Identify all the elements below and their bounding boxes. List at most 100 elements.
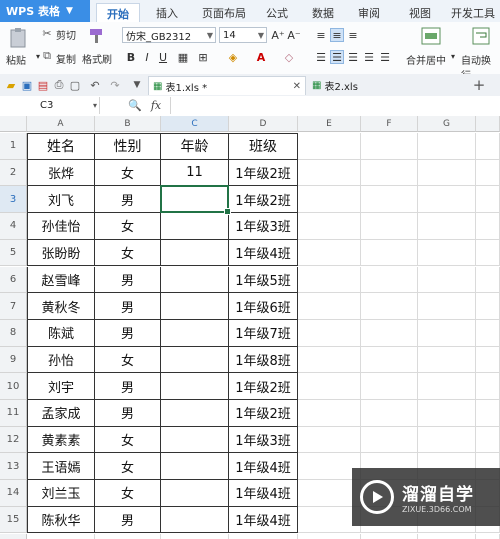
table-cell[interactable] xyxy=(161,346,229,374)
table-cell[interactable]: 刘兰玉 xyxy=(27,480,95,507)
name-box-dropdown-icon[interactable]: ▾ xyxy=(90,99,100,111)
table-cell[interactable] xyxy=(476,400,500,427)
customize-dropdown-icon[interactable]: ▼ xyxy=(130,78,144,92)
table-cell[interactable]: 1年级4班 xyxy=(229,239,298,267)
table-cell[interactable] xyxy=(161,453,229,481)
table-cell[interactable]: 刘宇 xyxy=(27,373,95,400)
table-cell[interactable] xyxy=(361,213,418,240)
table-cell[interactable]: 黄秋冬 xyxy=(27,293,95,320)
merge-center-icon[interactable] xyxy=(420,26,442,46)
align-right-icon[interactable]: ☰ xyxy=(346,50,360,64)
table-cell[interactable] xyxy=(418,266,476,294)
row-header-15[interactable]: 15 xyxy=(0,506,27,534)
close-icon[interactable]: ✕ xyxy=(293,81,301,92)
tab-document-1[interactable]: ▦ 表1.xls * ✕ xyxy=(148,76,306,95)
bold-button[interactable]: B xyxy=(124,50,138,64)
table-header-cell[interactable]: 年龄 xyxy=(161,133,229,160)
table-cell[interactable]: 女 xyxy=(95,426,161,454)
table-cell[interactable]: 男 xyxy=(95,293,161,320)
font-color-icon[interactable]: A xyxy=(254,50,268,64)
table-cell[interactable] xyxy=(418,533,476,539)
distributed-icon[interactable]: ☰ xyxy=(378,50,392,64)
table-cell[interactable] xyxy=(298,293,361,320)
table-cell[interactable]: 女 xyxy=(95,159,161,187)
function-icon[interactable]: fx xyxy=(148,98,164,112)
italic-button[interactable]: I xyxy=(140,50,154,64)
table-cell[interactable]: 1年级2班 xyxy=(229,400,298,427)
decrease-font-icon[interactable]: A⁻ xyxy=(287,28,301,42)
save-icon[interactable]: ▣ xyxy=(20,78,34,92)
table-cell[interactable] xyxy=(161,480,229,507)
table-cell[interactable] xyxy=(161,400,229,427)
column-header-a[interactable]: A xyxy=(27,116,95,132)
align-top-icon[interactable]: ≡ xyxy=(314,28,328,42)
copy-button[interactable]: 复制 xyxy=(56,51,76,66)
print-preview-icon[interactable]: ▢ xyxy=(68,78,82,92)
table-cell[interactable]: 陈斌 xyxy=(27,319,95,347)
table-cell[interactable] xyxy=(298,266,361,294)
align-left-icon[interactable]: ☰ xyxy=(314,50,328,64)
tab-page-layout[interactable]: 页面布局 xyxy=(196,3,252,22)
cut-button[interactable]: 剪切 xyxy=(56,27,76,42)
row-header-13[interactable]: 13 xyxy=(0,453,27,481)
table-cell[interactable] xyxy=(161,186,229,214)
table-cell[interactable] xyxy=(418,319,476,347)
name-box[interactable]: C3 xyxy=(0,97,100,114)
table-cell[interactable]: 男 xyxy=(95,506,161,534)
table-cell[interactable] xyxy=(298,373,361,400)
merge-dropdown-icon[interactable]: ▾ xyxy=(451,52,455,61)
tab-document-2[interactable]: ▦ 表2.xls xyxy=(308,76,458,95)
align-bottom-icon[interactable]: ≡ xyxy=(346,28,360,42)
table-cell[interactable]: 孙怡 xyxy=(27,346,95,374)
table-cell[interactable] xyxy=(418,293,476,320)
table-cell[interactable] xyxy=(161,213,229,240)
table-cell[interactable] xyxy=(476,266,500,294)
table-cell[interactable] xyxy=(476,346,500,374)
table-cell[interactable] xyxy=(418,159,476,187)
table-cell[interactable]: 1年级6班 xyxy=(229,293,298,320)
merge-cells-icon[interactable]: ⊞ xyxy=(196,50,210,64)
table-cell[interactable]: 1年级4班 xyxy=(229,453,298,481)
table-cell[interactable]: 刘飞 xyxy=(27,186,95,214)
table-cell[interactable]: 1年级2班 xyxy=(229,373,298,400)
select-all-corner[interactable] xyxy=(0,116,27,132)
table-cell[interactable] xyxy=(476,213,500,240)
table-cell[interactable]: 男 xyxy=(95,186,161,214)
table-cell[interactable]: 女 xyxy=(95,453,161,481)
row-header-12[interactable]: 12 xyxy=(0,426,27,454)
row-header-1[interactable]: 1 xyxy=(0,133,27,160)
table-cell[interactable] xyxy=(95,533,161,539)
table-cell[interactable]: 1年级3班 xyxy=(229,213,298,240)
tab-insert[interactable]: 插入 xyxy=(150,3,184,22)
table-cell[interactable] xyxy=(161,506,229,534)
table-cell[interactable] xyxy=(476,373,500,400)
row-header-14[interactable]: 14 xyxy=(0,480,27,507)
table-cell[interactable] xyxy=(476,293,500,320)
table-cell[interactable]: 女 xyxy=(95,239,161,267)
column-header-d[interactable]: D xyxy=(229,116,298,132)
format-painter-icon[interactable] xyxy=(86,26,108,46)
table-cell[interactable] xyxy=(418,239,476,267)
justify-icon[interactable]: ☰ xyxy=(362,50,376,64)
row-header-10[interactable]: 10 xyxy=(0,373,27,400)
table-cell[interactable] xyxy=(361,266,418,294)
table-cell[interactable] xyxy=(161,533,229,539)
table-cell[interactable] xyxy=(418,400,476,427)
formula-input[interactable] xyxy=(170,97,499,114)
export-pdf-icon[interactable]: ▤ xyxy=(36,78,50,92)
table-cell[interactable]: 1年级7班 xyxy=(229,319,298,347)
wrap-text-icon[interactable] xyxy=(470,26,492,46)
tab-review[interactable]: 审阅 xyxy=(352,3,386,22)
table-header-cell[interactable]: 性别 xyxy=(95,133,161,160)
row-header-9[interactable]: 9 xyxy=(0,346,27,374)
table-cell[interactable] xyxy=(476,133,500,160)
table-cell[interactable] xyxy=(298,533,361,539)
table-cell[interactable] xyxy=(418,426,476,454)
column-header-c[interactable]: C xyxy=(161,116,229,132)
borders-icon[interactable]: ▦ xyxy=(176,50,190,64)
tab-developer[interactable]: 开发工具 xyxy=(446,3,500,22)
table-cell[interactable]: 男 xyxy=(95,319,161,347)
table-cell[interactable] xyxy=(161,266,229,294)
table-cell[interactable] xyxy=(476,533,500,539)
table-cell[interactable] xyxy=(161,293,229,320)
